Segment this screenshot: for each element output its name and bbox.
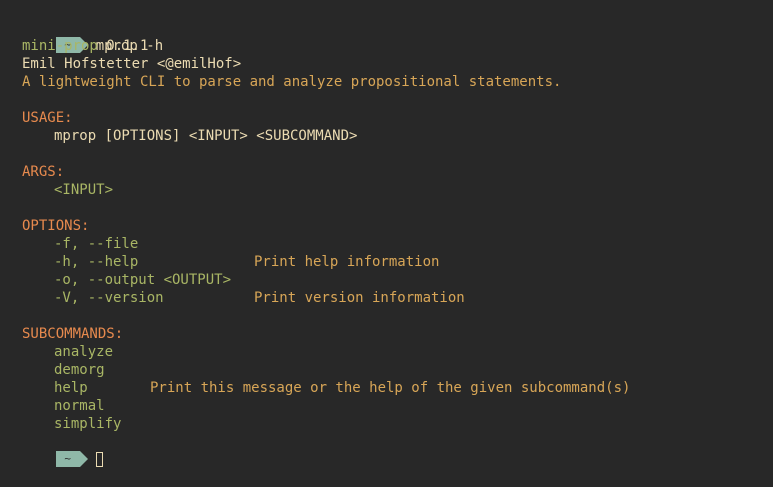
option-row: -h, --help Print help information [22,253,773,271]
option-desc: Print version information [254,290,465,306]
terminal-window[interactable]: ~ mprop -h mini-prop 0.1.1 Emil Hofstette… [22,19,773,467]
home-icon: ~ [55,451,80,467]
prompt-line[interactable]: ~ [22,433,773,467]
app-version: 0.1.1 [106,38,149,54]
option-row: -V, --version Print version information [22,289,773,307]
option-flag: -f, --file [54,236,139,252]
subcommand-name: analyze [54,344,114,360]
option-row: -f, --file [22,235,773,253]
app-name-line: mini-prop 0.1.1 [22,37,773,55]
subcommand-name: normal [54,398,105,414]
app-name: mini-prop [22,38,98,54]
subcommand-row: demorg [22,361,773,379]
subcommand-name: simplify [54,416,122,432]
subcommand-name: help [54,380,88,396]
subcommand-row: normal [22,397,773,415]
subcommand-row: analyze [22,343,773,361]
subcommand-name: demorg [54,362,105,378]
usage-text: mprop [OPTIONS] <INPUT> <SUBCOMMAND> [54,128,358,144]
app-description: A lightweight CLI to parse and analyze p… [22,74,562,90]
option-row: -o, --output <OUTPUT> [22,271,773,289]
text-cursor[interactable] [95,451,103,467]
prompt-badge: ~ [55,451,88,467]
args-heading: ARGS: [22,164,65,180]
option-flag: -h, --help [54,254,139,270]
subcommand-row: simplify [22,415,773,433]
subcommand-row: help Print this message or the help of th… [22,379,773,397]
subcommands-heading: SUBCOMMANDS: [22,326,124,342]
options-heading: OPTIONS: [22,218,90,234]
subcommand-desc: Print this message or the help of the gi… [150,380,631,396]
option-desc: Print help information [254,254,440,270]
option-flag: -V, --version [54,290,164,306]
prompt-arrow-icon [79,451,88,467]
option-flag: -o, --output <OUTPUT> [54,272,232,288]
arg-input: <INPUT> [54,182,114,198]
prompt-line: ~ mprop -h [22,19,773,54]
usage-heading: USAGE: [22,110,73,126]
app-author: Emil Hofstetter <@emilHof> [22,56,242,72]
